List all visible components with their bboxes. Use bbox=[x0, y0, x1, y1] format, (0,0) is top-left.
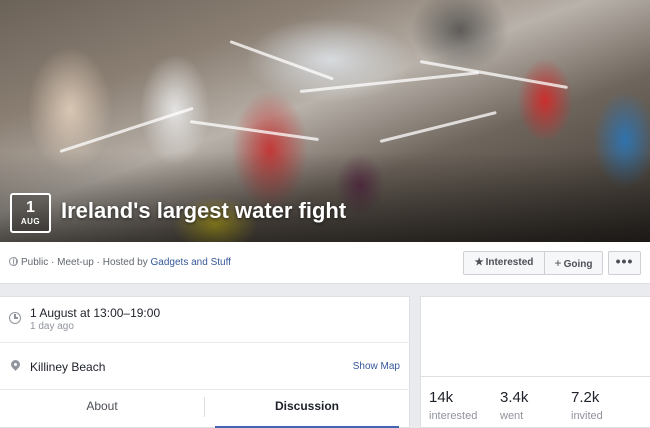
date-badge-day: 1 bbox=[26, 199, 35, 216]
interested-button[interactable]: ★ Interested bbox=[463, 251, 545, 275]
going-button[interactable]: + Going bbox=[544, 251, 603, 275]
cover-shade bbox=[0, 152, 650, 242]
tab-divider bbox=[204, 397, 205, 417]
stat-label: invited bbox=[571, 410, 603, 422]
stat-interested[interactable]: 14k interested bbox=[429, 389, 477, 423]
water-spray bbox=[379, 111, 497, 143]
clock-icon bbox=[9, 312, 21, 324]
water-spray bbox=[189, 120, 319, 142]
tab-discussion[interactable]: Discussion bbox=[215, 391, 399, 428]
stats-divider bbox=[421, 376, 650, 377]
event-info-bar: Public · Meet-up · Hosted by Gadgets and… bbox=[0, 242, 650, 284]
event-details-card: 1 August at 13:00–19:00 1 day ago Killin… bbox=[0, 296, 410, 428]
tab-about[interactable]: About bbox=[0, 391, 204, 428]
date-badge: 1 AUG bbox=[10, 193, 51, 233]
stat-value: 14k bbox=[429, 389, 454, 406]
water-spray bbox=[229, 40, 334, 81]
event-time: 1 August at 13:00–19:00 bbox=[30, 306, 161, 320]
event-title: Ireland's largest water fight bbox=[61, 198, 347, 223]
interested-label: Interested bbox=[485, 257, 534, 268]
more-icon: ••• bbox=[615, 253, 634, 269]
stat-label: interested bbox=[429, 410, 478, 422]
stat-value: 7.2k bbox=[571, 389, 600, 406]
more-options-button[interactable]: ••• bbox=[608, 251, 641, 275]
event-time-relative: 1 day ago bbox=[30, 321, 74, 332]
event-page: 1 AUG Ireland's largest water fight Publ… bbox=[0, 0, 650, 428]
date-badge-month: AUG bbox=[20, 217, 41, 226]
meta-separator: · bbox=[48, 257, 58, 268]
show-map-link[interactable]: Show Map bbox=[353, 361, 400, 372]
star-icon: ★ bbox=[474, 257, 484, 268]
event-location-row: Killiney Beach Show Map bbox=[0, 343, 410, 390]
meta-separator: · bbox=[93, 257, 103, 268]
cover-photo[interactable]: 1 AUG Ireland's largest water fight bbox=[0, 0, 650, 242]
host-link[interactable]: Gadgets and Stuff bbox=[151, 257, 231, 268]
location-pin-icon bbox=[9, 358, 22, 371]
event-stats-card: 14k interested 3.4k went 7.2k invited bbox=[420, 296, 650, 428]
hosted-by-label: Hosted by bbox=[102, 257, 151, 268]
water-spray bbox=[59, 106, 194, 153]
globe-icon bbox=[9, 257, 18, 266]
going-label: Going bbox=[563, 259, 593, 270]
stat-value: 3.4k bbox=[500, 389, 529, 406]
event-meta: Public · Meet-up · Hosted by Gadgets and… bbox=[9, 257, 231, 268]
event-location[interactable]: Killiney Beach bbox=[30, 360, 105, 374]
event-type-label: Meet-up bbox=[57, 257, 94, 268]
privacy-label: Public bbox=[21, 257, 49, 268]
stat-invited[interactable]: 7.2k invited bbox=[571, 389, 603, 423]
event-time-row: 1 August at 13:00–19:00 1 day ago bbox=[0, 297, 410, 343]
stat-went[interactable]: 3.4k went bbox=[500, 389, 528, 423]
stat-label: went bbox=[500, 410, 524, 422]
plus-icon: + bbox=[554, 256, 562, 270]
event-tabs: About Discussion bbox=[0, 391, 410, 428]
